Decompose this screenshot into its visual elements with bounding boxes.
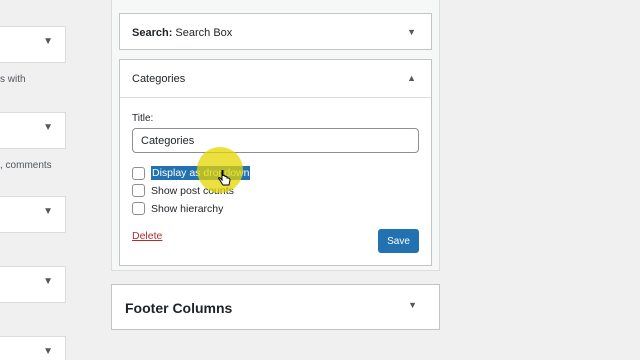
left-widget-box[interactable]: ▼ <box>0 112 66 149</box>
left-widget-box[interactable]: ▼ <box>0 26 66 63</box>
title-input[interactable] <box>132 128 419 153</box>
search-widget[interactable]: Search: Search Box ▼ <box>119 13 432 50</box>
show-hierarchy-checkbox[interactable] <box>132 202 145 215</box>
save-button[interactable]: Save <box>378 229 419 253</box>
footer-columns-area[interactable]: Footer Columns ▼ <box>111 284 440 330</box>
title-label: Title: <box>132 113 154 124</box>
caret-down-icon: ▼ <box>43 276 53 287</box>
left-widget-box[interactable]: ▼ <box>0 196 66 233</box>
caret-down-icon: ▼ <box>43 346 53 357</box>
widget-name: Search Box <box>175 27 233 39</box>
left-widget-box[interactable]: ▼ <box>0 336 66 360</box>
categories-widget-header[interactable]: Categories ▲ <box>120 60 431 98</box>
caret-down-icon: ▼ <box>43 206 53 217</box>
widget-title: Categories <box>132 72 186 85</box>
search-widget-header[interactable]: Search: Search Box ▼ <box>120 14 431 52</box>
caret-down-icon[interactable]: ▼ <box>407 27 416 37</box>
display-dropdown-checkbox[interactable] <box>132 166 145 180</box>
widget-type-label: Search: <box>132 27 173 39</box>
left-widget-description: , comments <box>0 160 52 171</box>
caret-down-icon: ▼ <box>43 122 53 133</box>
show-hierarchy-label[interactable]: Show hierarchy <box>151 203 223 215</box>
delete-link[interactable]: Delete <box>132 230 162 242</box>
footer-columns-title: Footer Columns <box>125 300 233 316</box>
caret-down-icon[interactable]: ▼ <box>408 300 417 310</box>
show-post-counts-checkbox[interactable] <box>132 184 145 197</box>
left-widget-box[interactable]: ▼ <box>0 266 66 303</box>
hand-pointer-icon <box>218 170 231 186</box>
left-widget-list: ▼ s with ▼ , comments ▼ ▼ ▼ <box>0 0 70 360</box>
show-hierarchy-option[interactable]: Show hierarchy <box>132 202 223 215</box>
left-widget-description: s with <box>0 74 26 85</box>
caret-down-icon: ▼ <box>43 36 53 47</box>
categories-widget: Categories ▲ Title: Display as dropdown … <box>119 59 432 266</box>
caret-up-icon[interactable]: ▲ <box>407 73 416 83</box>
